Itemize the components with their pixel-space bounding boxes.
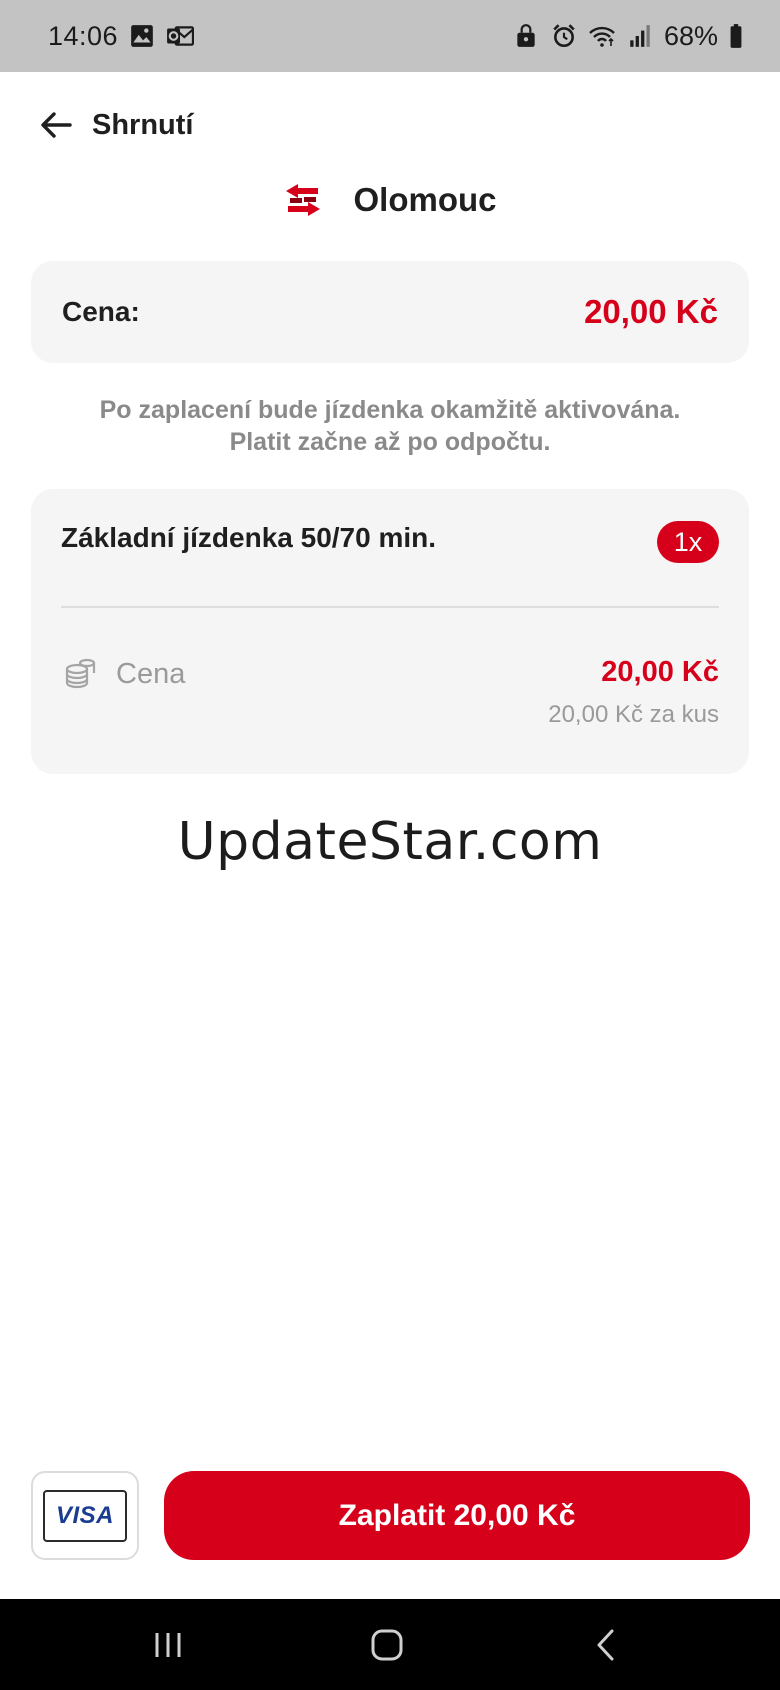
quantity-badge: 1x	[657, 521, 719, 563]
price-summary-card: Cena: 20,00 Kč	[31, 261, 749, 363]
status-right: 68%	[512, 21, 744, 52]
activation-note: Po zaplacení bude jízdenka okamžitě akti…	[40, 394, 740, 458]
page-title: Shrnutí	[92, 109, 194, 141]
ticket-card: Základní jízdenka 50/70 min. 1x Cena 20,…	[31, 489, 749, 774]
recent-apps-icon	[155, 1633, 181, 1657]
status-time: 14:06	[48, 20, 119, 51]
gallery-icon	[128, 22, 156, 50]
payment-card-button[interactable]: VISA	[31, 1471, 139, 1560]
system-back-button[interactable]	[584, 1623, 628, 1667]
divider	[61, 606, 719, 608]
activation-note-line-2: Platit začne až po odpočtu.	[229, 428, 551, 456]
transit-arrows-logo	[283, 180, 323, 220]
lock-icon	[512, 22, 540, 50]
status-left: 14:06	[48, 20, 195, 52]
battery-percent: 68%	[663, 20, 718, 51]
alarm-icon	[550, 22, 578, 50]
ticket-price-value: 20,00 Kč	[601, 656, 719, 688]
ticket-price-label: Cena	[116, 658, 186, 690]
recent-apps-button[interactable]	[146, 1623, 190, 1667]
home-button[interactable]	[365, 1623, 409, 1667]
watermark: UpdateStar.com	[177, 812, 603, 872]
home-icon	[371, 1629, 403, 1661]
chevron-left-icon	[597, 1629, 614, 1661]
outlook-icon	[166, 22, 195, 50]
visa-logo: VISA	[43, 1489, 127, 1542]
status-bar: 14:06 68%	[0, 0, 780, 72]
app-header: Shrnutí	[0, 95, 780, 155]
activation-note-line-1: Po zaplacení bude jízdenka okamžitě akti…	[99, 396, 681, 424]
ticket-name: Základní jízdenka 50/70 min.	[61, 522, 437, 553]
price-label: Cena:	[62, 296, 140, 327]
price-value: 20,00 Kč	[584, 293, 718, 330]
navigation-bar	[0, 1599, 780, 1690]
battery-icon	[728, 22, 744, 50]
city-row: Olomouc	[0, 170, 780, 230]
city-name: Olomouc	[353, 181, 497, 218]
coins-icon	[63, 657, 97, 691]
ticket-unit-price: 20,00 Kč za kus	[548, 701, 719, 728]
arrow-left-icon	[41, 112, 72, 138]
pay-button[interactable]: Zaplatit 20,00 Kč	[164, 1471, 750, 1560]
signal-icon	[626, 22, 654, 50]
wifi-icon	[588, 22, 616, 50]
back-button[interactable]	[34, 103, 78, 147]
